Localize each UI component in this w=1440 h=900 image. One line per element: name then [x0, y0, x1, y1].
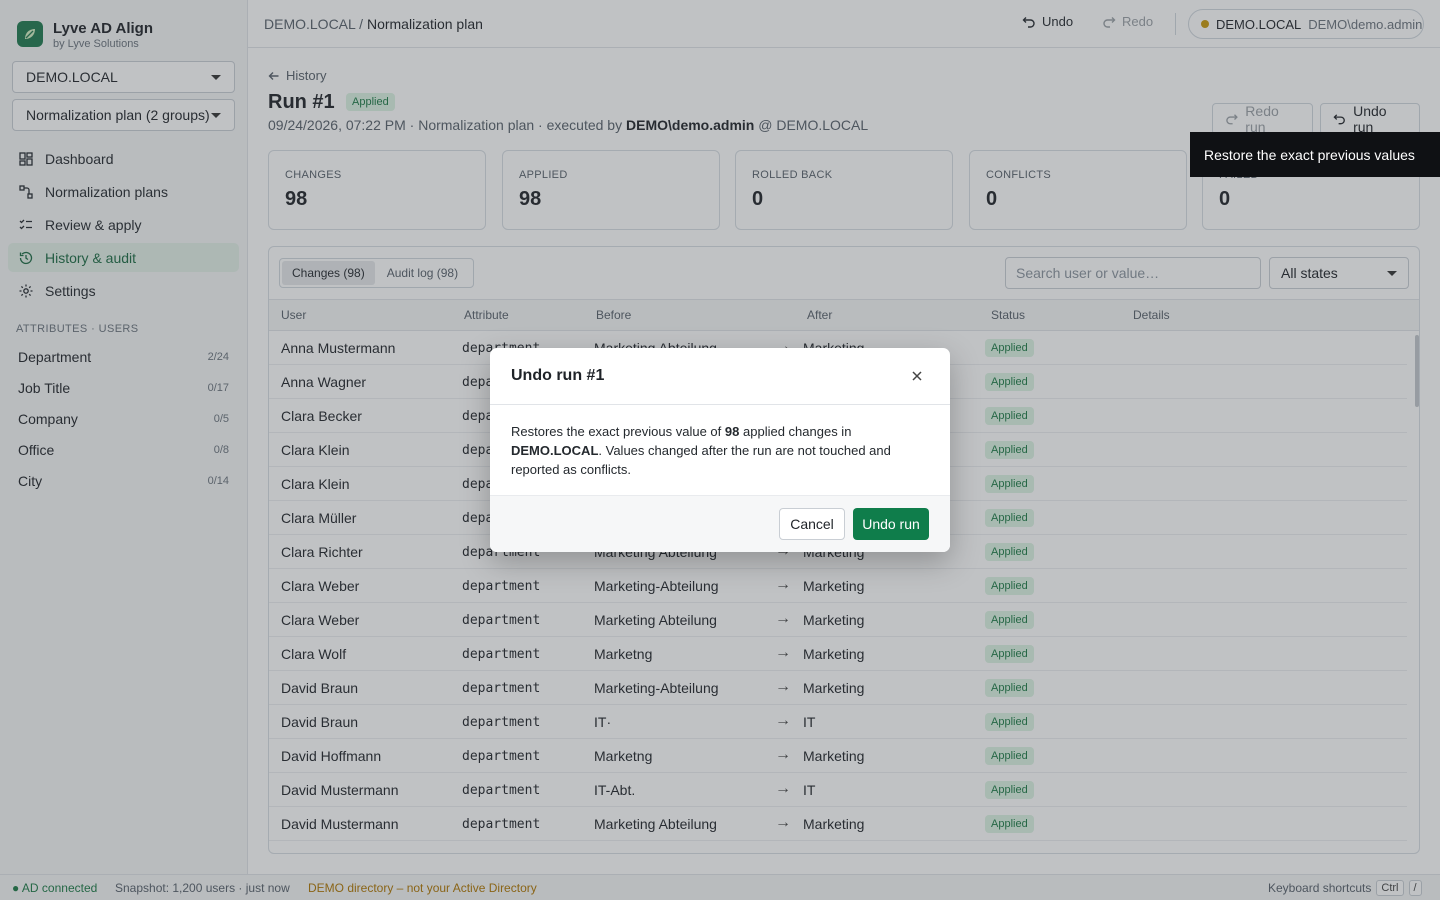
close-icon[interactable]	[910, 369, 924, 383]
dialog-body: Restores the exact previous value of 98 …	[511, 422, 931, 479]
dialog-change-count: 98	[724, 424, 740, 439]
cancel-button[interactable]: Cancel	[779, 508, 845, 540]
dialog-header: Undo run #1	[490, 348, 950, 405]
confirm-undo-run-button[interactable]: Undo run	[853, 508, 929, 540]
dialog-text: applied changes in	[743, 424, 852, 439]
dialog-domain: DEMO.LOCAL	[511, 443, 599, 458]
dialog-title: Undo run #1	[511, 367, 605, 384]
undo-run-dialog: Undo run #1 Restores the exact previous …	[490, 348, 950, 552]
dialog-text: Restores the exact previous value of	[511, 424, 722, 439]
tooltip: Restore the exact previous values	[1190, 132, 1440, 177]
dialog-footer: Cancel Undo run	[490, 495, 950, 552]
